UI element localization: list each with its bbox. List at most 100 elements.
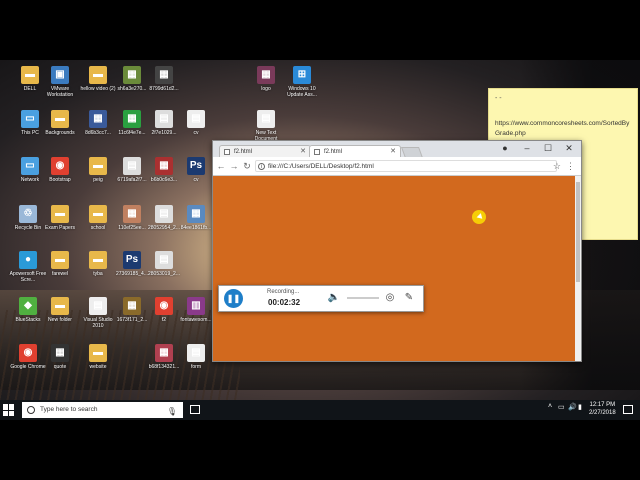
desktop-icon-label: 28053019_2... — [148, 271, 180, 277]
search-placeholder: Type here to search — [40, 406, 98, 413]
desktop-icon[interactable]: Ps cv — [176, 157, 216, 183]
desktop-icon-label: cv — [193, 177, 199, 183]
action-center-icon[interactable] — [623, 405, 633, 414]
clock-time: 12:17 PM — [589, 402, 616, 408]
recording-timer: 00:02:32 — [268, 298, 301, 307]
taskbar-search[interactable]: Type here to search 🎙 — [22, 402, 183, 418]
image-icon: ▦ — [123, 205, 141, 223]
microphone-icon[interactable]: 🎙 — [167, 404, 177, 420]
chevron-up-icon[interactable]: ˄ — [548, 403, 552, 410]
image-icon: ▦ — [123, 66, 141, 84]
desktop-icon[interactable]: ▦ quote — [40, 344, 80, 370]
folder-icon: ▬ — [89, 66, 107, 84]
photoshop-icon: Ps — [123, 251, 141, 269]
photoshop-icon: Ps — [187, 157, 205, 175]
close-window-button[interactable]: ✕ — [559, 141, 579, 155]
task-view-icon[interactable] — [190, 405, 200, 414]
image-icon: ▦ — [155, 66, 173, 84]
desktop-icon[interactable]: ▬ Backgrounds — [40, 110, 80, 136]
scrollbar-thumb[interactable] — [576, 182, 580, 282]
document-icon: ▤ — [187, 110, 205, 128]
network-icon: ▭ — [21, 157, 39, 175]
toolbar: ← → ↻ i file:///C:/Users/DELL/Desktop/f2… — [213, 157, 581, 176]
vmware-icon: ▣ — [51, 66, 69, 84]
back-icon[interactable]: ← — [215, 159, 227, 173]
reload-icon[interactable]: ↻ — [241, 159, 253, 173]
recycle-bin-icon: ♲ — [19, 205, 37, 223]
image-icon: ▦ — [187, 205, 205, 223]
desktop-icon[interactable]: ▬ Exam Papers — [40, 205, 80, 231]
desktop-icon[interactable]: ▤ New Text Document — [246, 110, 286, 142]
tab-strip: f2.html ✕ f2.html ✕ ● – ☐ ✕ — [213, 141, 581, 158]
folder-icon: ▬ — [51, 205, 69, 223]
desktop-icon[interactable]: ▤ cv — [176, 110, 216, 136]
document-icon: ▤ — [155, 251, 173, 269]
image-icon: ▦ — [155, 344, 173, 362]
image-icon: ▦ — [89, 110, 107, 128]
desktop-icon[interactable]: ▥ fontawesom... — [176, 297, 216, 323]
chrome-icon: ◉ — [51, 157, 69, 175]
desktop-icon[interactable]: ▬ farewel — [40, 251, 80, 277]
tab-f2-active[interactable]: f2.html ✕ — [309, 145, 401, 157]
maximize-button[interactable]: ☐ — [538, 141, 558, 155]
desktop-icon[interactable]: ◉ Bootstrap — [40, 157, 80, 183]
folder-icon: ▬ — [51, 251, 69, 269]
battery-icon[interactable]: ▮ — [578, 403, 582, 411]
address-text: file:///C:/Users/DELL/Desktop/f2.html — [268, 163, 374, 170]
image-icon: ▦ — [155, 157, 173, 175]
folder-icon: ▬ — [89, 344, 107, 362]
network-tray-icon[interactable]: ▭ — [558, 403, 565, 411]
desktop-icon[interactable]: ▦ 84ee1861fb... — [176, 205, 216, 231]
sticky-note-dots: - - — [495, 95, 502, 102]
desktop-icon[interactable]: ▤ 28053019_2... — [144, 251, 184, 277]
desktop-icon-label: fontawesom... — [180, 317, 212, 323]
desktop-icon[interactable]: ▣ VMware Workstation — [40, 66, 80, 98]
folder-icon: ▬ — [51, 110, 69, 128]
speaker-icon[interactable]: 🔈 — [327, 292, 341, 304]
screen-recorder-toolbar[interactable]: ❚❚ Recording... 00:02:32 🔈 ◎ ✎ — [218, 285, 424, 312]
desktop-icon-label: form — [191, 364, 201, 370]
volume-slider[interactable] — [347, 297, 379, 299]
chrome-window[interactable]: f2.html ✕ f2.html ✕ ● – ☐ ✕ ← → ↻ i file… — [212, 140, 582, 362]
bluestacks-icon: ◆ — [19, 297, 37, 315]
volume-tray-icon[interactable]: 🔊 — [568, 403, 577, 411]
menu-icon[interactable]: ⋮ — [566, 159, 575, 173]
desktop-icon[interactable]: ⊞ Windows 10 Update Ass... — [282, 66, 322, 98]
chrome-icon: ◉ — [19, 344, 37, 362]
search-icon — [27, 406, 35, 414]
image-icon: ▦ — [257, 66, 275, 84]
minimize-button[interactable]: – — [517, 141, 537, 155]
forward-icon[interactable]: → — [228, 159, 240, 173]
page-icon — [224, 149, 230, 155]
clock[interactable]: 12:17 PM 2/27/2018 — [589, 401, 616, 417]
sticky-note-text[interactable]: https://www.commoncoresheets.com/SortedB… — [495, 119, 633, 139]
address-bar[interactable]: i file:///C:/Users/DELL/Desktop/f2.html — [255, 160, 557, 172]
desktop-icon-label: quote — [53, 364, 67, 370]
info-icon[interactable]: i — [258, 163, 265, 170]
page-icon — [314, 149, 320, 155]
tab-f2-first[interactable]: f2.html ✕ — [219, 145, 311, 157]
desktop-icon[interactable]: ▬ New folder — [40, 297, 80, 323]
desktop-icon[interactable]: ▤ form — [176, 344, 216, 370]
windows-start-icon[interactable] — [3, 404, 15, 416]
webcam-icon[interactable]: ◎ — [383, 292, 397, 304]
document-icon: ▤ — [155, 110, 173, 128]
desktop-icon[interactable]: ▦ logo — [246, 66, 286, 92]
desktop-icon[interactable]: ▬ website — [78, 344, 118, 370]
document-icon: ▤ — [89, 297, 107, 315]
account-icon[interactable]: ● — [495, 141, 515, 155]
image-icon: ▦ — [51, 344, 69, 362]
pause-button[interactable]: ❚❚ — [224, 289, 243, 308]
winrar-icon: ▥ — [187, 297, 205, 315]
folder-icon: ▬ — [89, 205, 107, 223]
image-icon: ▦ — [123, 110, 141, 128]
desktop-icon-label: Bootstrap — [49, 177, 71, 183]
pen-icon[interactable]: ✎ — [402, 292, 416, 304]
folder-icon: ▬ — [89, 157, 107, 175]
desktop-icon-label: 84ee1861fb... — [180, 225, 212, 231]
bookmark-star-icon[interactable]: ☆ — [553, 159, 561, 173]
image-icon: ▦ — [123, 297, 141, 315]
desktop-icon-label: New folder — [48, 317, 72, 323]
scrollbar[interactable] — [575, 176, 581, 361]
desktop-icon[interactable]: ▦ 8799d61d2... — [144, 66, 184, 92]
